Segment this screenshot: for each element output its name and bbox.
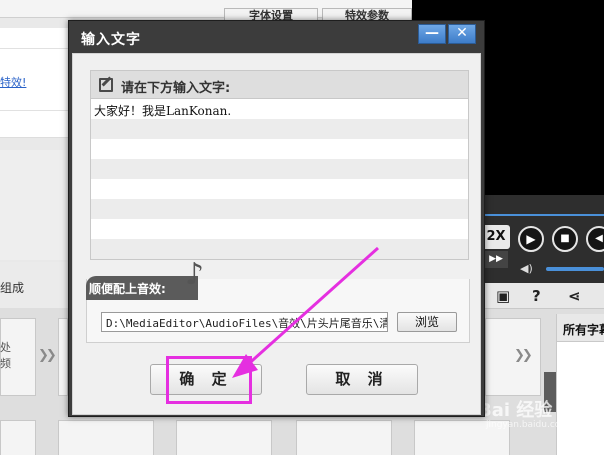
text-input-area[interactable]: [91, 99, 468, 259]
subtitle-list-title: 所有字幕: [557, 314, 604, 342]
chevron-right-icon: ❯❯: [38, 348, 57, 363]
track-cell[interactable]: [485, 318, 541, 396]
share-icon[interactable]: ⋖: [568, 287, 581, 305]
seek-bar[interactable]: [482, 214, 604, 216]
music-note-icon: ♪: [185, 257, 205, 292]
watermark-url: jingyan.baidu.com: [486, 420, 570, 430]
window-controls: — ✕: [418, 24, 476, 44]
toolbar: ▣ ? ⋖: [482, 283, 604, 309]
cancel-button[interactable]: 取 消: [306, 364, 418, 395]
effect-link[interactable]: 特效!: [0, 74, 26, 90]
track-cell[interactable]: [0, 420, 36, 455]
text-input-value[interactable]: 大家好！我是LanKonan.: [94, 102, 231, 119]
track-cell[interactable]: [58, 318, 68, 396]
track-cell[interactable]: [296, 420, 392, 455]
bg-divider: [0, 110, 70, 111]
track-cell[interactable]: [176, 420, 272, 455]
audio-path-field[interactable]: D:\MediaEditor\AudioFiles\音效\片头片尾音乐\清鼠: [101, 312, 388, 332]
speed-button[interactable]: 2X: [482, 225, 510, 249]
input-text-dialog: 输入文字 — ✕ 请在下方输入文字: 大家好！我是LanKonan. 顺便配上音…: [68, 20, 485, 417]
volume-slider[interactable]: [546, 267, 604, 271]
dialog-title: 输入文字: [81, 32, 141, 48]
volume-icon[interactable]: ◀): [520, 262, 533, 275]
track-cell[interactable]: [58, 420, 154, 455]
play-icon[interactable]: ▶: [518, 226, 544, 252]
subtitle-list-panel: 所有字幕: [556, 314, 604, 455]
group-label: 组成: [0, 262, 70, 312]
edit-icon: [99, 78, 113, 92]
close-button[interactable]: ✕: [448, 24, 476, 44]
dialog-body: 请在下方输入文字: 大家好！我是LanKonan. 顺便配上音效: ♪ D:\M…: [72, 53, 481, 415]
bg-divider: [0, 48, 70, 49]
text-input-panel: 请在下方输入文字: 大家好！我是LanKonan.: [90, 70, 469, 260]
bg-left-gray-panel: [0, 150, 70, 260]
fast-forward-icon[interactable]: ▶▶: [484, 251, 508, 268]
minimize-button[interactable]: —: [418, 24, 446, 44]
text-panel-header: 请在下方输入文字:: [91, 71, 468, 99]
stop-icon[interactable]: ■: [552, 226, 578, 252]
help-icon[interactable]: ?: [532, 287, 541, 305]
save-icon[interactable]: ▣: [496, 287, 510, 305]
audio-label: 顺便配上音效:: [89, 282, 166, 296]
highlight-box: [166, 356, 252, 404]
track-cell-text: 处 频: [0, 341, 11, 370]
text-prompt-label: 请在下方输入文字:: [121, 81, 231, 96]
browse-button[interactable]: 浏览: [397, 312, 457, 332]
watermark-logo: Bai 经验: [478, 400, 553, 421]
chevron-right-icon: ❯❯: [514, 348, 533, 363]
